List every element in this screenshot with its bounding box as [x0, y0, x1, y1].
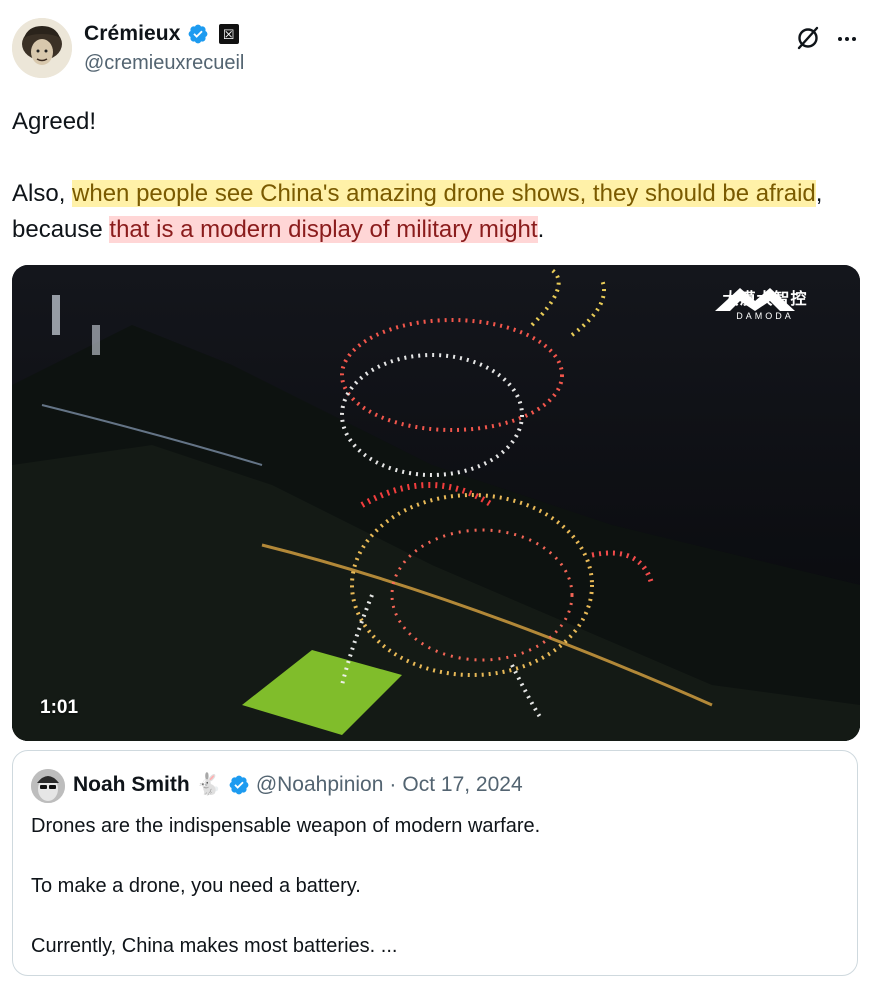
video-frame — [12, 265, 860, 741]
tweet-text: Agreed! Also, when people see China's am… — [12, 104, 852, 248]
quoted-paragraph: Drones are the indispensable weapon of m… — [31, 815, 541, 837]
author-name-row: Crémieux ☒ — [84, 20, 239, 48]
highlight-yellow: when people see China's amazing drone sh… — [72, 180, 816, 207]
quoted-author-row: Noah Smith 🐇 @Noahpinion · Oct 17, 2024 — [73, 773, 523, 797]
quoted-author-avatar — [31, 769, 65, 803]
quoted-tweet[interactable]: Noah Smith 🐇 @Noahpinion · Oct 17, 2024 … — [12, 750, 858, 976]
quoted-display-name: Noah Smith — [73, 773, 190, 796]
author-avatar[interactable] — [12, 18, 72, 78]
quoted-paragraph: To make a drone, you need a battery. — [31, 875, 361, 897]
verified-badge-icon[interactable] — [187, 23, 209, 45]
video-duration: 1:01 — [40, 697, 79, 718]
quoted-verified-badge-icon — [228, 774, 250, 796]
quoted-tweet-text: Drones are the indispensable weapon of m… — [31, 811, 831, 961]
author-display-name[interactable]: Crémieux — [84, 22, 181, 46]
rabbit-emoji-icon: 🐇 — [195, 773, 222, 796]
tweet-line-1: Agreed! — [12, 108, 97, 135]
tweet-prefix: Also, — [12, 180, 73, 207]
video-watermark-logo: 大漠大智控 DAMODA — [710, 283, 820, 321]
video-player[interactable]: 大漠大智控 DAMODA 1:01 — [12, 265, 860, 741]
affiliation-badge-icon[interactable]: ☒ — [218, 24, 239, 44]
more-options-icon[interactable] — [834, 26, 860, 52]
grok-icon[interactable] — [794, 24, 822, 52]
quoted-separator: · — [389, 773, 397, 796]
tweet-suffix: . — [537, 216, 545, 243]
author-handle[interactable]: @cremieuxrecueil — [84, 52, 244, 75]
quoted-date: Oct 17, 2024 — [402, 773, 523, 796]
highlight-red: that is a modern display of military mig… — [109, 216, 538, 243]
quoted-handle: @Noahpinion — [255, 773, 384, 796]
tweet-header: Crémieux ☒ @cremieuxrecueil — [12, 18, 860, 82]
quoted-paragraph: Currently, China makes most batteries. .… — [31, 935, 398, 957]
tweet-line-2: Also, when people see China's amazing dr… — [12, 176, 852, 248]
